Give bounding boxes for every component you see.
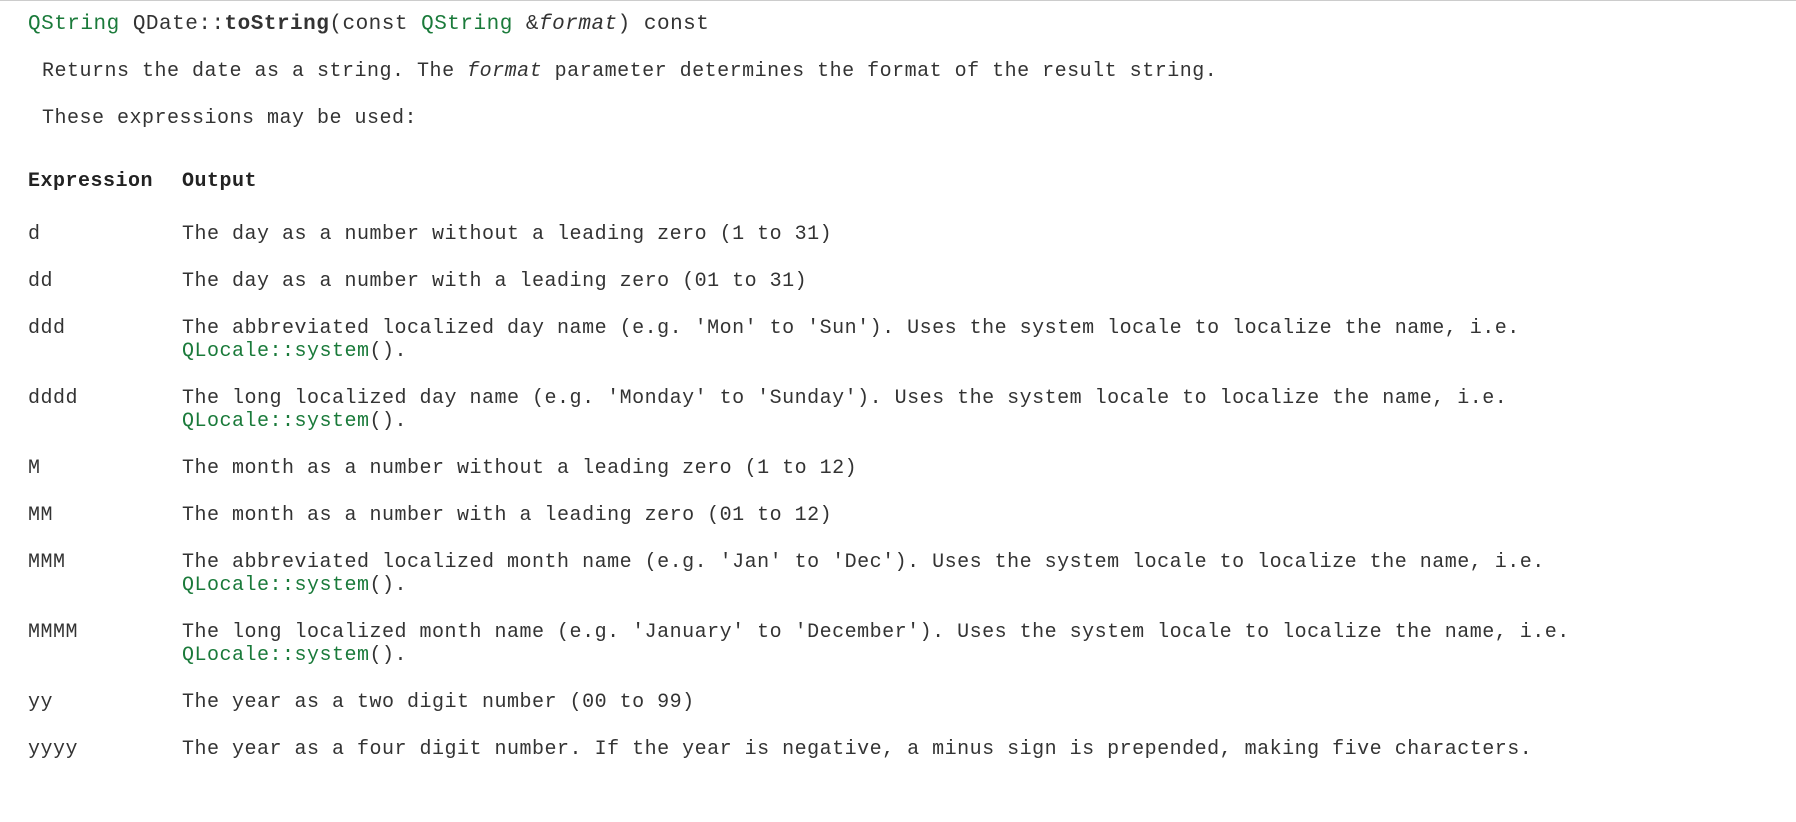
desc-suffix: parameter determines the format of the r… (542, 60, 1217, 83)
table-row: yyyyThe year as a four digit number. If … (28, 726, 1768, 773)
table-row: dThe day as a number without a leading z… (28, 211, 1768, 258)
qlocale-system-link[interactable]: QLocale::system (182, 340, 370, 363)
method-name: toString (225, 13, 330, 36)
class-name: QDate:: (133, 13, 225, 36)
table-row: MMThe month as a number with a leading z… (28, 492, 1768, 539)
documentation-block: QString QDate::toString(const QString &f… (0, 1, 1796, 801)
sig-open: (const (329, 13, 421, 36)
output-text: The abbreviated localized day name (e.g.… (182, 317, 1520, 340)
table-intro: These expressions may be used: (28, 107, 1768, 130)
param-type-link[interactable]: QString (421, 13, 513, 36)
return-type-link[interactable]: QString (28, 13, 120, 36)
table-row: dddThe abbreviated localized day name (e… (28, 305, 1768, 375)
output-text: The month as a number with a leading zer… (182, 504, 832, 527)
sig-close: ) const (618, 13, 710, 36)
output-text-post: (). (370, 410, 408, 433)
output-text-post: (). (370, 644, 408, 667)
sig-amp: & (513, 13, 539, 36)
output-text-post: (). (370, 340, 408, 363)
qlocale-system-link[interactable]: QLocale::system (182, 644, 370, 667)
expression-cell: M (28, 445, 182, 492)
qlocale-system-link[interactable]: QLocale::system (182, 410, 370, 433)
method-signature: QString QDate::toString(const QString &f… (28, 13, 1768, 36)
output-text: The day as a number with a leading zero … (182, 270, 807, 293)
expression-cell: dddd (28, 375, 182, 445)
format-expressions-table: Expression Output dThe day as a number w… (28, 162, 1768, 773)
table-row: MMMThe abbreviated localized month name … (28, 539, 1768, 609)
expression-cell: yy (28, 679, 182, 726)
expression-cell: MMMM (28, 609, 182, 679)
table-row: ddThe day as a number with a leading zer… (28, 258, 1768, 305)
table-header-output: Output (182, 162, 1768, 211)
table-row: yyThe year as a two digit number (00 to … (28, 679, 1768, 726)
table-row: MMMMThe long localized month name (e.g. … (28, 609, 1768, 679)
output-text: The long localized month name (e.g. 'Jan… (182, 621, 1570, 644)
desc-prefix: Returns the date as a string. The (42, 60, 467, 83)
table-row: ddddThe long localized day name (e.g. 'M… (28, 375, 1768, 445)
expression-cell: ddd (28, 305, 182, 375)
table-header-expression: Expression (28, 162, 182, 211)
param-name: format (539, 13, 618, 36)
output-cell: The day as a number with a leading zero … (182, 258, 1768, 305)
output-text-post: (). (370, 574, 408, 597)
expression-cell: d (28, 211, 182, 258)
output-cell: The long localized month name (e.g. 'Jan… (182, 609, 1768, 679)
expression-cell: yyyy (28, 726, 182, 773)
output-text: The year as a four digit number. If the … (182, 738, 1532, 761)
output-cell: The year as a two digit number (00 to 99… (182, 679, 1768, 726)
output-text: The day as a number without a leading ze… (182, 223, 832, 246)
output-cell: The month as a number with a leading zer… (182, 492, 1768, 539)
method-description: Returns the date as a string. The format… (28, 60, 1768, 83)
qlocale-system-link[interactable]: QLocale::system (182, 574, 370, 597)
output-cell: The day as a number without a leading ze… (182, 211, 1768, 258)
output-text: The month as a number without a leading … (182, 457, 857, 480)
output-text: The long localized day name (e.g. 'Monda… (182, 387, 1507, 410)
output-cell: The abbreviated localized day name (e.g.… (182, 305, 1768, 375)
output-cell: The year as a four digit number. If the … (182, 726, 1768, 773)
table-row: MThe month as a number without a leading… (28, 445, 1768, 492)
expression-cell: dd (28, 258, 182, 305)
output-cell: The abbreviated localized month name (e.… (182, 539, 1768, 609)
expression-cell: MMM (28, 539, 182, 609)
output-cell: The long localized day name (e.g. 'Monda… (182, 375, 1768, 445)
output-text: The abbreviated localized month name (e.… (182, 551, 1545, 574)
output-cell: The month as a number without a leading … (182, 445, 1768, 492)
expression-cell: MM (28, 492, 182, 539)
output-text: The year as a two digit number (00 to 99… (182, 691, 695, 714)
desc-italic: format (467, 60, 542, 83)
